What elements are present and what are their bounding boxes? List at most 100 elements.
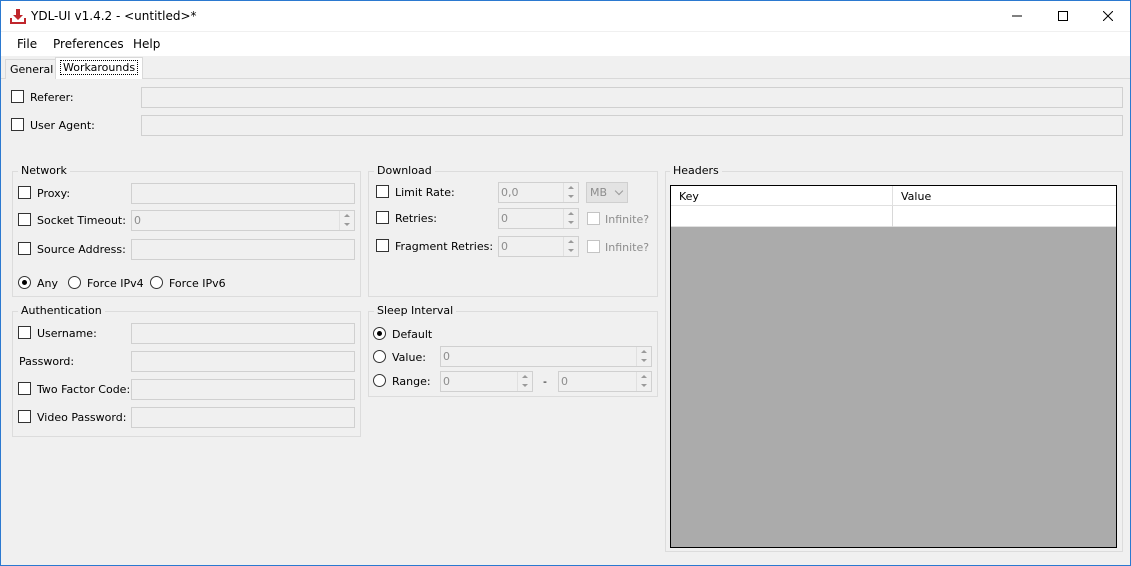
sleep-range-from-spin[interactable] — [517, 372, 532, 391]
socket-timeout-label: Socket Timeout: — [37, 214, 126, 227]
limit-rate-unit-select[interactable]: MB — [586, 182, 628, 203]
fragment-infinite-checkbox[interactable] — [587, 240, 600, 253]
menu-bar: File Preferences Help — [1, 32, 1130, 56]
sleep-range-from-value: 0 — [443, 375, 450, 388]
source-address-input[interactable] — [131, 239, 355, 260]
sleep-value-stepper[interactable]: 0 — [440, 346, 652, 367]
spin-down-icon — [641, 384, 647, 387]
retries-stepper[interactable]: 0 — [498, 208, 579, 229]
fragment-retries-stepper[interactable]: 0 — [498, 236, 579, 257]
ip-force4-radio[interactable] — [68, 276, 81, 289]
tab-general[interactable]: General — [5, 59, 59, 79]
username-input[interactable] — [131, 323, 355, 344]
video-password-input[interactable] — [131, 407, 355, 428]
spin-down-icon — [344, 223, 350, 226]
ip-any-radio[interactable] — [18, 276, 31, 289]
close-icon — [1103, 11, 1113, 21]
user-agent-input[interactable] — [141, 115, 1123, 136]
socket-timeout-stepper[interactable]: 0 — [131, 210, 355, 231]
sleep-value-label: Value: — [392, 351, 426, 364]
headers-group-title: Headers — [670, 164, 722, 177]
ip-force6-radio[interactable] — [150, 276, 163, 289]
column-header-value[interactable]: Value — [893, 186, 1116, 206]
proxy-checkbox[interactable] — [18, 186, 31, 199]
network-group-title: Network — [18, 164, 70, 177]
spin-up-icon — [568, 186, 574, 189]
limit-rate-value: 0,0 — [501, 186, 519, 199]
referer-checkbox[interactable] — [11, 90, 24, 103]
sleep-value-radio[interactable] — [373, 350, 386, 363]
spin-up-icon — [522, 375, 528, 378]
radio-selected-dot — [377, 331, 382, 336]
column-header-key[interactable]: Key — [671, 186, 893, 206]
retries-checkbox[interactable] — [376, 211, 389, 224]
headers-table[interactable]: Key Value — [670, 185, 1117, 548]
table-row[interactable] — [671, 206, 1116, 227]
table-cell-key[interactable] — [671, 206, 893, 227]
window-title: YDL-UI v1.4.2 - <untitled>* — [31, 9, 197, 23]
download-icon — [10, 9, 26, 24]
limit-rate-label: Limit Rate: — [395, 186, 455, 199]
password-input[interactable] — [131, 351, 355, 372]
maximize-button[interactable] — [1040, 1, 1086, 31]
limit-rate-checkbox[interactable] — [376, 185, 389, 198]
limit-rate-spin[interactable] — [563, 183, 578, 202]
spin-up-icon — [568, 212, 574, 215]
two-factor-checkbox[interactable] — [18, 382, 31, 395]
minimize-button[interactable] — [994, 1, 1040, 31]
sleep-range-from-stepper[interactable]: 0 — [440, 371, 533, 392]
sleep-range-radio[interactable] — [373, 374, 386, 387]
spin-down-icon — [568, 249, 574, 252]
workarounds-panel: Referer: User Agent: Network Proxy: Sock… — [1, 79, 1130, 565]
fragment-retries-spin[interactable] — [563, 237, 578, 256]
retries-spin[interactable] — [563, 209, 578, 228]
retries-label: Retries: — [395, 212, 438, 225]
menu-preferences[interactable]: Preferences — [53, 37, 124, 51]
limit-rate-stepper[interactable]: 0,0 — [498, 182, 579, 203]
sleep-range-to-value: 0 — [561, 375, 568, 388]
video-password-label: Video Password: — [37, 411, 127, 424]
sleep-range-separator: - — [543, 375, 547, 388]
source-address-label: Source Address: — [37, 243, 126, 256]
title-bar: YDL-UI v1.4.2 - <untitled>* — [1, 1, 1130, 31]
table-cell-value[interactable] — [893, 206, 1116, 227]
sleep-value-spin[interactable] — [636, 347, 651, 366]
sleep-value-value: 0 — [443, 350, 450, 363]
fragment-retries-label: Fragment Retries: — [395, 240, 494, 253]
proxy-input[interactable] — [131, 183, 355, 204]
menu-help[interactable]: Help — [133, 37, 160, 51]
retries-infinite-checkbox[interactable] — [587, 212, 600, 225]
proxy-label: Proxy: — [37, 187, 71, 200]
fragment-retries-checkbox[interactable] — [376, 239, 389, 252]
user-agent-checkbox[interactable] — [11, 118, 24, 131]
spin-up-icon — [641, 350, 647, 353]
menu-file[interactable]: File — [17, 37, 37, 51]
source-address-checkbox[interactable] — [18, 242, 31, 255]
spin-up-icon — [344, 214, 350, 217]
spin-down-icon — [522, 384, 528, 387]
ip-force6-label: Force IPv6 — [169, 277, 226, 290]
minimize-icon — [1012, 15, 1022, 17]
user-agent-label: User Agent: — [30, 119, 95, 132]
username-label: Username: — [37, 327, 97, 340]
maximize-icon — [1058, 11, 1068, 21]
sleep-range-to-spin[interactable] — [636, 372, 651, 391]
download-group-title: Download — [374, 164, 435, 177]
limit-rate-unit-value: MB — [590, 186, 608, 199]
sleep-default-label: Default — [392, 328, 433, 341]
socket-timeout-checkbox[interactable] — [18, 213, 31, 226]
sleep-default-radio[interactable] — [373, 327, 386, 340]
socket-timeout-spin[interactable] — [339, 211, 354, 230]
two-factor-input[interactable] — [131, 379, 355, 400]
close-button[interactable] — [1085, 1, 1131, 31]
two-factor-label: Two Factor Code: — [37, 383, 131, 396]
tab-workarounds[interactable]: Workarounds — [55, 57, 144, 79]
sleep-range-to-stepper[interactable]: 0 — [558, 371, 652, 392]
spin-down-icon — [641, 359, 647, 362]
fragment-infinite-label: Infinite? — [605, 241, 650, 254]
sleep-interval-group-title: Sleep Interval — [374, 304, 457, 317]
username-checkbox[interactable] — [18, 326, 31, 339]
referer-input[interactable] — [141, 87, 1123, 108]
video-password-checkbox[interactable] — [18, 410, 31, 423]
retries-infinite-label: Infinite? — [605, 213, 650, 226]
